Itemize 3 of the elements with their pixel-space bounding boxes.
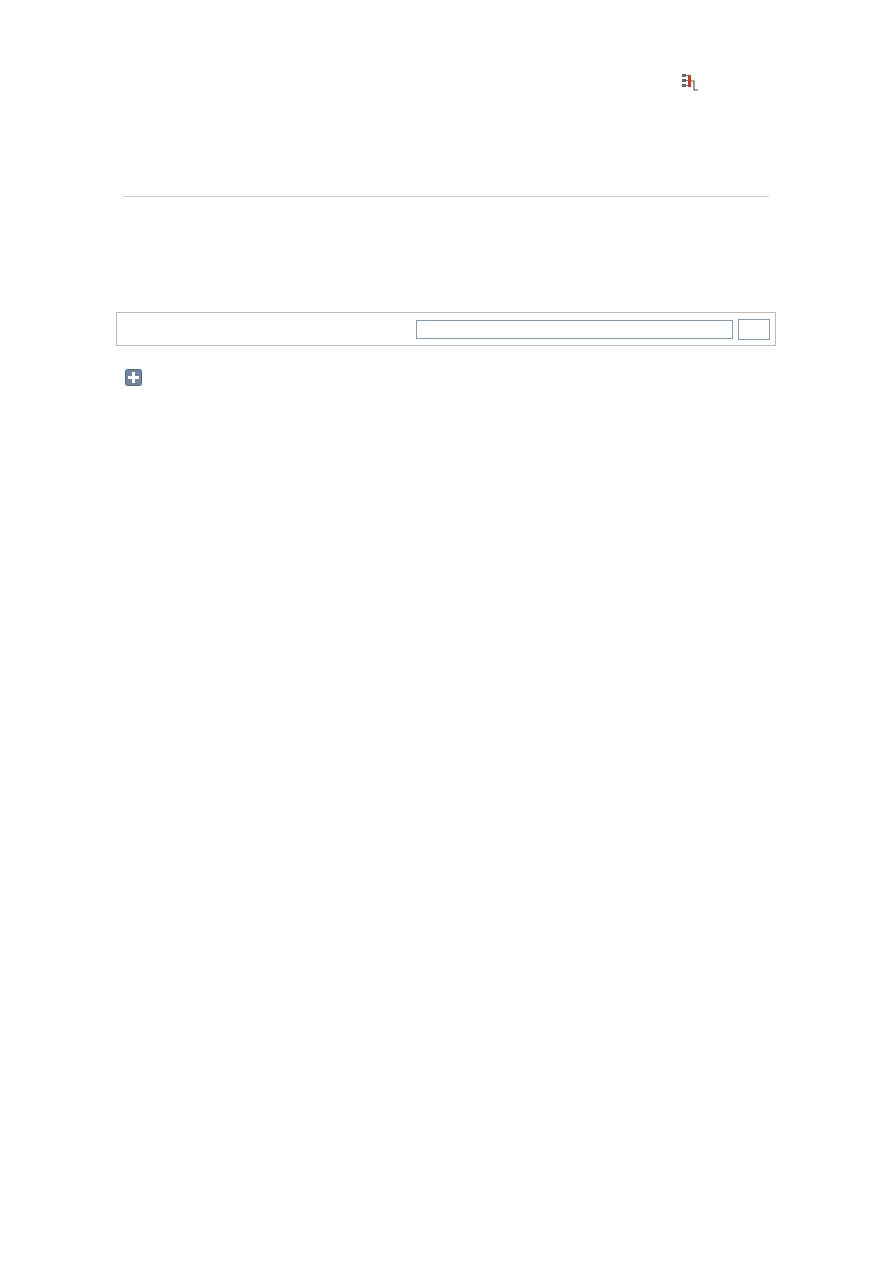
- expand-icon[interactable]: [125, 369, 142, 386]
- search-field[interactable]: [416, 319, 733, 339]
- search-button[interactable]: [738, 318, 770, 340]
